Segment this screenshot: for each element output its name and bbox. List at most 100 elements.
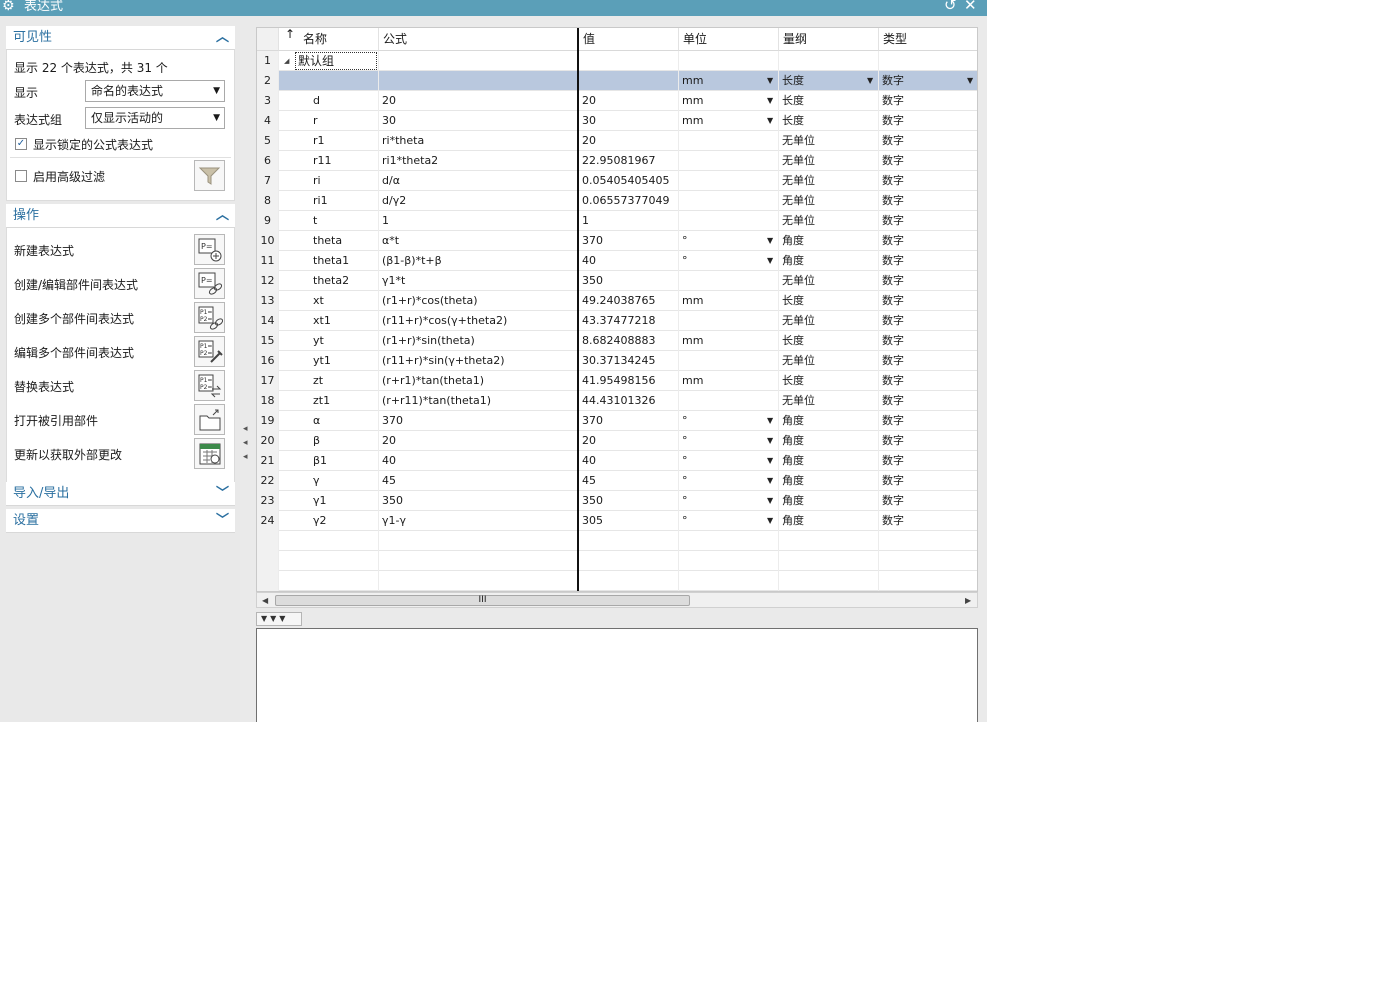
cell-dimension[interactable]: 无单位 <box>779 391 879 411</box>
cell-type[interactable]: 数字 <box>879 471 977 491</box>
expression-group-select[interactable]: 仅显示活动的 ▼ <box>85 107 225 129</box>
cell-value[interactable]: 20 <box>579 131 679 151</box>
cell-name[interactable]: zt1 <box>279 391 379 411</box>
cell-name[interactable]: xt1 <box>279 311 379 331</box>
replace-expression-button[interactable]: P1= P2= <box>194 370 225 401</box>
cell-dimension[interactable] <box>779 51 879 71</box>
cell-unit[interactable] <box>679 391 779 411</box>
cell-formula[interactable]: 1 <box>379 211 579 231</box>
column-header-formula[interactable]: 公式 <box>379 28 579 51</box>
cell-dimension[interactable]: 长度 <box>779 111 879 131</box>
op-new-expression-label[interactable]: 新建表达式 <box>14 242 74 259</box>
table-row[interactable]: 13 xt (r1+r)*cos(theta) 49.24038765 mm 长度 数字 <box>257 291 977 311</box>
dropdown-arrow-icon[interactable]: ▼ <box>767 231 773 251</box>
cell-type[interactable]: 数字 <box>879 331 977 351</box>
chevron-down-icon[interactable]: ﹀ <box>216 509 229 533</box>
cell-dimension[interactable]: 角度 <box>779 251 879 271</box>
cell-value[interactable]: 0.05405405405 <box>579 171 679 191</box>
dropdown-arrow-icon[interactable]: ▼ <box>767 251 773 271</box>
cell-type[interactable]: 数字 <box>879 211 977 231</box>
cell-unit[interactable]: ° <box>679 511 779 531</box>
cell-dimension[interactable]: 角度 <box>779 431 879 451</box>
cell-value[interactable]: 30 <box>579 111 679 131</box>
cell-name[interactable]: r11 <box>279 151 379 171</box>
cell-unit[interactable]: mm <box>679 331 779 351</box>
dropdown-arrow-icon[interactable]: ▼ <box>867 71 873 91</box>
cell-name[interactable]: xt <box>279 291 379 311</box>
cell-name[interactable]: β <box>279 431 379 451</box>
cell-name[interactable]: γ <box>279 471 379 491</box>
table-row[interactable]: 24 γ2 γ1-γ 305 ° ▼ 角度 数字 <box>257 511 977 531</box>
cell-dimension[interactable]: 无单位 <box>779 211 879 231</box>
cell-dimension[interactable]: 无单位 <box>779 131 879 151</box>
cell-value[interactable]: 0.06557377049 <box>579 191 679 211</box>
dropdown-arrow-icon[interactable]: ▼ <box>767 451 773 471</box>
settings-header[interactable]: 设置 ﹀ <box>6 509 235 533</box>
cell-unit[interactable] <box>679 191 779 211</box>
cell-formula[interactable]: 45 <box>379 471 579 491</box>
cell-formula[interactable]: d/γ2 <box>379 191 579 211</box>
cell-formula[interactable]: (r1+r)*sin(theta) <box>379 331 579 351</box>
op-multi-interpart-label[interactable]: 创建多个部件间表达式 <box>14 310 134 327</box>
table-row[interactable]: 9 t 1 1 无单位 数字 <box>257 211 977 231</box>
table-row[interactable]: 2 mm ▼ 长度 ▼ 数字 ▼ <box>257 71 977 91</box>
cell-dimension[interactable]: 长度 <box>779 291 879 311</box>
cell-unit[interactable] <box>679 151 779 171</box>
cell-value[interactable]: 22.95081967 <box>579 151 679 171</box>
cell-unit[interactable] <box>679 211 779 231</box>
cell-unit[interactable] <box>679 131 779 151</box>
scroll-right-icon[interactable]: ▶ <box>965 593 971 608</box>
op-open-referenced-label[interactable]: 打开被引用部件 <box>14 412 98 429</box>
group-row[interactable]: 1 ◢ 默认组 <box>257 51 977 71</box>
cell-dimension[interactable]: 长度 <box>779 91 879 111</box>
close-icon[interactable]: ✕ <box>964 0 977 13</box>
cell-dimension[interactable]: 角度 <box>779 231 879 251</box>
cell-type[interactable]: 数字 <box>879 191 977 211</box>
cell-formula[interactable]: 20 <box>379 91 579 111</box>
cell-type[interactable]: 数字 <box>879 291 977 311</box>
cell-formula[interactable]: ri*theta <box>379 131 579 151</box>
table-row[interactable]: 17 zt (r+r1)*tan(theta1) 41.95498156 mm 长度 数字 <box>257 371 977 391</box>
detail-expand-toggle[interactable]: ▼▼▼ <box>256 612 302 626</box>
dropdown-arrow-icon[interactable]: ▼ <box>767 511 773 531</box>
cell-type[interactable]: 数字 <box>879 491 977 511</box>
cell-type[interactable]: 数字 <box>879 111 977 131</box>
column-header-value[interactable]: 值 <box>579 28 679 51</box>
chevron-left-icon[interactable]: ◂ <box>243 424 248 434</box>
column-header-unit[interactable]: 单位 <box>679 28 779 51</box>
cell-unit[interactable] <box>679 271 779 291</box>
cell-type[interactable]: 数字 <box>879 371 977 391</box>
cell-unit[interactable]: ° <box>679 231 779 251</box>
cell-name[interactable]: ri1 <box>279 191 379 211</box>
cell-name[interactable]: γ2 <box>279 511 379 531</box>
table-row[interactable]: 14 xt1 (r11+r)*cos(γ+theta2) 43.37477218 无单位… <box>257 311 977 331</box>
cell-name[interactable]: r <box>279 111 379 131</box>
show-locked-checkbox[interactable]: ✓ <box>15 138 27 150</box>
cell-unit[interactable]: mm <box>679 291 779 311</box>
cell-dimension[interactable]: 无单位 <box>779 311 879 331</box>
update-external-button[interactable] <box>194 438 225 469</box>
cell-type[interactable] <box>879 51 977 71</box>
cell-value[interactable] <box>579 51 679 71</box>
cell-type[interactable]: 数字 <box>879 431 977 451</box>
cell-value[interactable]: 30.37134245 <box>579 351 679 371</box>
cell-type[interactable]: 数字 <box>879 231 977 251</box>
cell-unit[interactable]: mm <box>679 91 779 111</box>
table-row[interactable]: 22 γ 45 45 ° ▼ 角度 数字 <box>257 471 977 491</box>
cell-value[interactable]: 40 <box>579 251 679 271</box>
collapse-group-icon[interactable]: ◢ <box>284 51 289 71</box>
cell-dimension[interactable]: 无单位 <box>779 171 879 191</box>
op-interpart-label[interactable]: 创建/编辑部件间表达式 <box>14 276 138 293</box>
multi-interpart-button[interactable]: P1= P2= <box>194 302 225 333</box>
cell-unit[interactable]: ° <box>679 491 779 511</box>
cell-value[interactable]: 350 <box>579 271 679 291</box>
cell-type[interactable]: 数字 <box>879 451 977 471</box>
dropdown-arrow-icon[interactable]: ▼ <box>767 111 773 131</box>
dropdown-arrow-icon[interactable]: ▼ <box>767 411 773 431</box>
cell-name[interactable]: r1 <box>279 131 379 151</box>
cell-name[interactable]: d <box>279 91 379 111</box>
cell-type[interactable]: 数字 <box>879 271 977 291</box>
edit-multi-interpart-button[interactable]: P1= P2= <box>194 336 225 367</box>
cell-name[interactable]: ri <box>279 171 379 191</box>
cell-formula[interactable]: ri1*theta2 <box>379 151 579 171</box>
